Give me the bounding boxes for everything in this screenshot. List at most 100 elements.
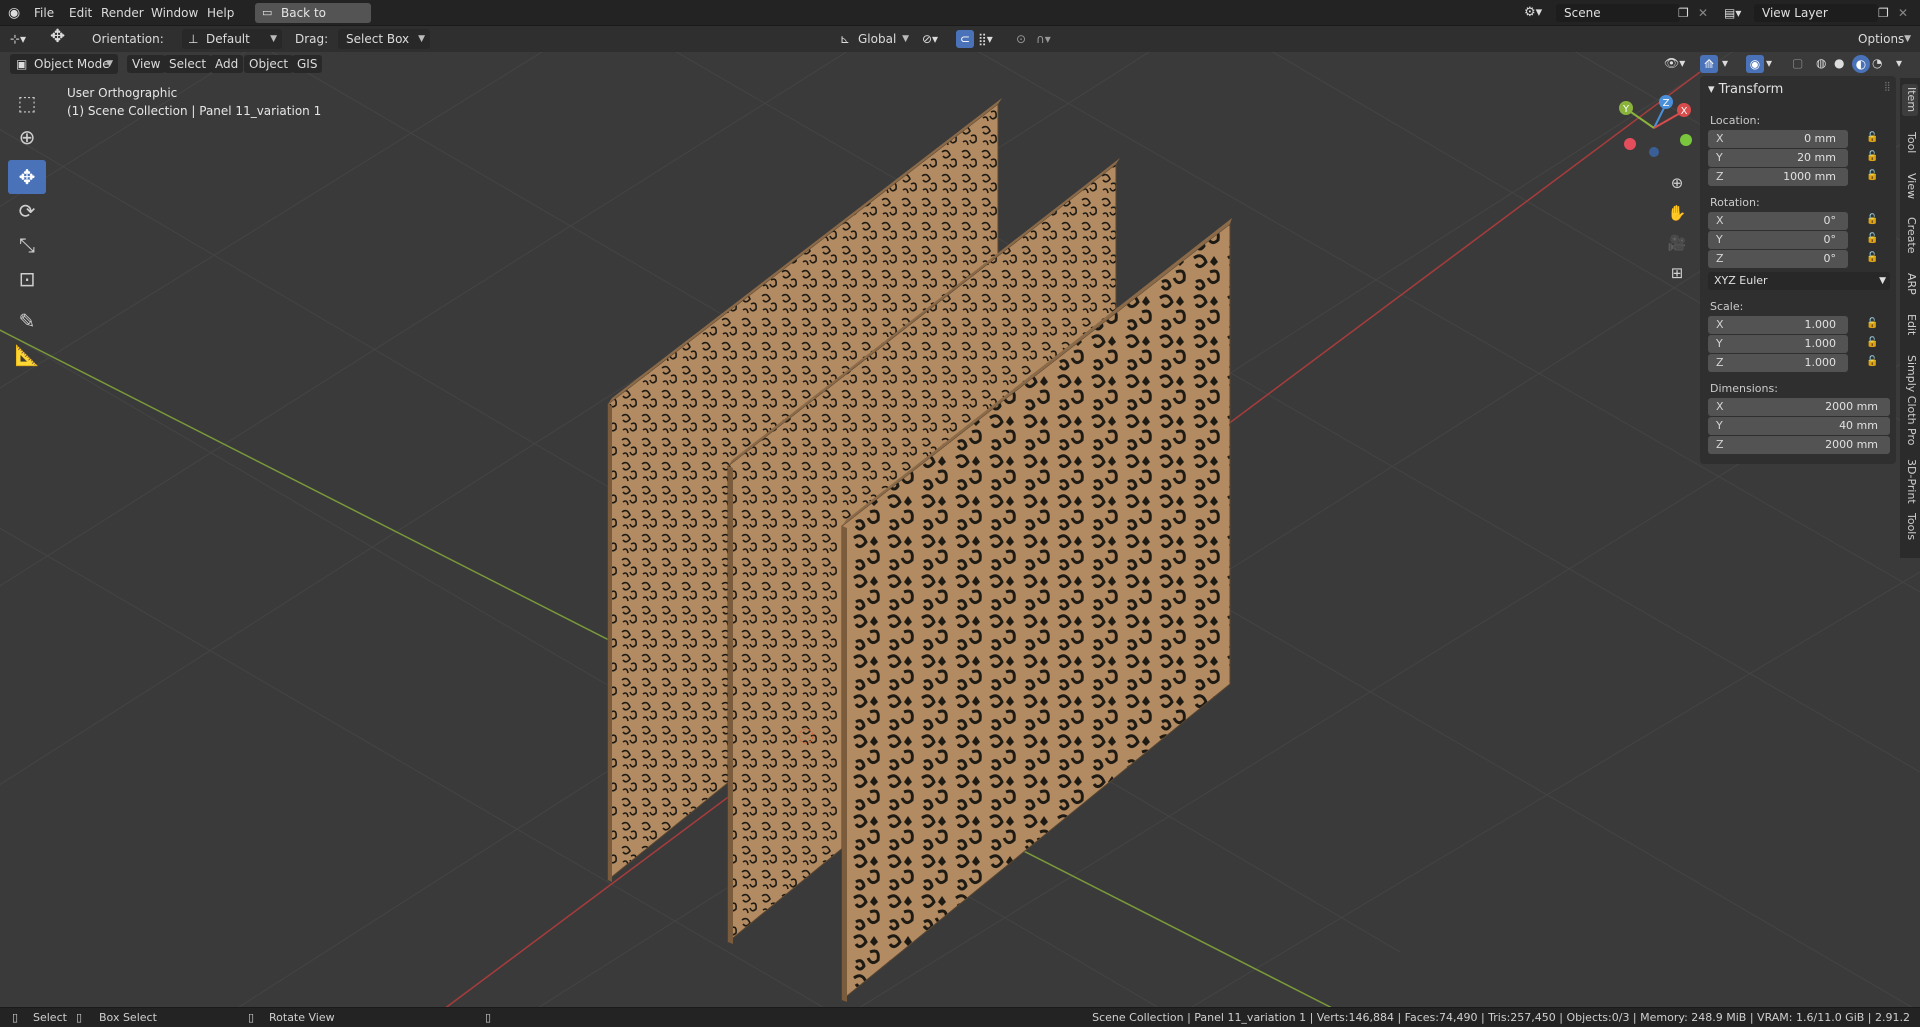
scale-y-value: 1.000 xyxy=(1804,337,1837,350)
3d-viewport[interactable]: ▣ Object Mode ▼ View Select Add Object GI… xyxy=(0,52,1920,1012)
solid-shading-icon[interactable]: ● xyxy=(1834,54,1844,72)
delete-view-layer-icon[interactable]: ✕ xyxy=(1898,4,1908,22)
transform-orientation-value: Global xyxy=(858,32,897,46)
viewport-menu-select[interactable]: Select xyxy=(164,55,212,73)
rotation-mode-dropdown[interactable]: XYZ Euler ▼ xyxy=(1708,272,1890,290)
move-tool-button-icon[interactable]: ✥ xyxy=(8,160,46,194)
location-y-field[interactable]: Y 20 mm xyxy=(1708,149,1848,167)
view-layer-selector-icon[interactable]: ▤▾ xyxy=(1724,4,1741,22)
snap-toggle-icon[interactable]: ⊂ xyxy=(956,30,974,48)
scene-selector-icon[interactable]: ⚙▾ xyxy=(1524,4,1542,22)
viewport-menu-view[interactable]: View xyxy=(127,55,166,73)
measure-tool-icon[interactable]: 📐 xyxy=(8,338,46,372)
tab-item[interactable]: Item xyxy=(1902,84,1918,116)
dimensions-x-field[interactable]: X 2000 mm xyxy=(1708,398,1890,416)
scene-name-field[interactable]: Scene xyxy=(1556,4,1680,22)
options-dropdown[interactable]: Options ▼ xyxy=(1850,29,1916,49)
viewport-menu-add[interactable]: Add xyxy=(210,55,244,73)
lock-scale-z-icon[interactable]: 🔓 xyxy=(1866,356,1878,367)
lock-scale-x-icon[interactable]: 🔓 xyxy=(1866,318,1878,329)
status-select: Select xyxy=(33,1011,67,1024)
gizmo-neg-x-handle[interactable] xyxy=(1624,138,1636,150)
viewport-menu-object[interactable]: Object xyxy=(244,55,294,73)
editor-type-icon[interactable]: ⊹▾ xyxy=(10,30,26,48)
material-shading-icon[interactable]: ◐ xyxy=(1852,55,1870,73)
rendered-shading-icon[interactable]: ◔ xyxy=(1872,54,1882,72)
snap-target-icon[interactable]: ⣿▾ xyxy=(978,30,993,48)
proportional-edit-icon[interactable]: ⊙ xyxy=(1016,30,1026,48)
rotate-tool-icon[interactable]: ⟳ xyxy=(8,194,46,228)
navigation-gizmo[interactable]: Z X Y xyxy=(1614,88,1694,168)
lock-location-y-icon[interactable]: 🔓 xyxy=(1866,151,1878,162)
tab-create[interactable]: Create xyxy=(1902,212,1918,258)
gizmo-dropdown-icon[interactable]: ▾ xyxy=(1722,54,1728,72)
gizmo-neg-y-handle[interactable] xyxy=(1680,134,1692,146)
lock-rotation-y-icon[interactable]: 🔓 xyxy=(1866,233,1878,244)
new-scene-icon[interactable]: ❐ xyxy=(1678,4,1689,22)
tab-arp[interactable]: ARP xyxy=(1902,268,1918,300)
menu-edit[interactable]: Edit xyxy=(69,4,92,22)
back-to-previous-button[interactable]: ▭ Back to Previous xyxy=(255,3,371,40)
gizmo-toggle-icon[interactable]: ⟰ xyxy=(1700,55,1718,73)
gizmo-neg-z-handle[interactable] xyxy=(1649,147,1659,157)
rotation-x-field[interactable]: X 0° xyxy=(1708,212,1848,230)
view-layer-name-field[interactable]: View Layer xyxy=(1754,4,1878,22)
pivot-point-icon[interactable]: ⊘▾ xyxy=(922,30,938,48)
scale-y-field[interactable]: Y 1.000 xyxy=(1708,335,1848,353)
rotation-z-field[interactable]: Z 0° xyxy=(1708,250,1848,268)
tab-view[interactable]: View xyxy=(1902,170,1918,202)
cursor-tool-icon[interactable]: ⊕ xyxy=(8,120,46,154)
tab-3d-print[interactable]: 3D-Print xyxy=(1902,450,1918,512)
transform-orientation-dropdown[interactable]: ⊾ Global ▼ xyxy=(834,29,914,49)
select-box-tool-icon[interactable]: ⬚ xyxy=(8,86,46,120)
tab-tool[interactable]: Tool xyxy=(1902,128,1918,158)
tab-edit[interactable]: Edit xyxy=(1902,310,1918,340)
zoom-icon[interactable]: ⊕ xyxy=(1664,170,1690,196)
camera-view-icon[interactable]: 🎥 xyxy=(1664,230,1690,256)
scale-z-field[interactable]: Z 1.000 xyxy=(1708,354,1848,372)
drag-handle-icon[interactable]: ⣿ xyxy=(1884,82,1891,92)
menu-window[interactable]: Window xyxy=(151,4,198,22)
delete-scene-icon[interactable]: ✕ xyxy=(1698,4,1708,22)
falloff-icon[interactable]: ∩▾ xyxy=(1036,30,1051,48)
viewport-menu-gis[interactable]: GIS xyxy=(292,55,323,73)
scale-tool-icon[interactable]: ⤡ xyxy=(8,228,46,262)
rotation-x-value: 0° xyxy=(1823,214,1837,227)
dimensions-y-field[interactable]: Y 40 mm xyxy=(1708,417,1890,435)
lock-location-z-icon[interactable]: 🔓 xyxy=(1866,170,1878,181)
rotation-y-field[interactable]: Y 0° xyxy=(1708,231,1848,249)
tab-simply-cloth-pro[interactable]: Simply Cloth Pro xyxy=(1902,350,1918,450)
menu-help[interactable]: Help xyxy=(207,4,234,22)
tab-tools[interactable]: Tools xyxy=(1902,508,1918,546)
mode-dropdown[interactable]: ▣ Object Mode ▼ xyxy=(10,54,118,74)
location-x-field[interactable]: X 0 mm xyxy=(1708,130,1848,148)
dimensions-z-field[interactable]: Z 2000 mm xyxy=(1708,436,1890,454)
shading-dropdown-icon[interactable]: ▾ xyxy=(1896,54,1902,72)
chevron-down-icon: ▼ xyxy=(1879,276,1886,286)
pan-hand-icon[interactable]: ✋ xyxy=(1664,200,1690,226)
overlay-toggle-icon[interactable]: ◉ xyxy=(1746,55,1764,73)
overlay-dropdown-icon[interactable]: ▾ xyxy=(1766,54,1772,72)
location-z-field[interactable]: Z 1000 mm xyxy=(1708,168,1848,186)
lock-scale-y-icon[interactable]: 🔓 xyxy=(1866,337,1878,348)
menu-file[interactable]: File xyxy=(34,4,54,22)
transform-panel-header[interactable]: ▾ Transform xyxy=(1708,82,1783,97)
visibility-eye-icon[interactable]: 👁▾ xyxy=(1664,54,1685,72)
lock-rotation-x-icon[interactable]: 🔓 xyxy=(1866,214,1878,225)
location-x-value: 0 mm xyxy=(1804,132,1836,145)
xray-icon[interactable]: ▢ xyxy=(1792,54,1803,72)
new-view-layer-icon[interactable]: ❐ xyxy=(1878,4,1889,22)
mouse-middle-icon: ▯ xyxy=(248,1011,255,1024)
orientation-dropdown[interactable]: ⊥ Default ▼ xyxy=(182,29,282,49)
annotate-tool-icon[interactable]: ✎ xyxy=(8,304,46,338)
blender-logo-icon[interactable]: ◉ xyxy=(8,4,20,22)
lock-rotation-z-icon[interactable]: 🔓 xyxy=(1866,252,1878,263)
ortho-grid-icon[interactable]: ⊞ xyxy=(1664,260,1690,286)
transform-tool-icon[interactable]: ⊡ xyxy=(8,262,46,296)
menu-render[interactable]: Render xyxy=(101,4,144,22)
wireframe-shading-icon[interactable]: ◍ xyxy=(1816,54,1826,72)
lock-location-x-icon[interactable]: 🔓 xyxy=(1866,132,1878,143)
axis-z-label: Z xyxy=(1716,252,1724,265)
drag-dropdown[interactable]: Select Box ▼ xyxy=(338,29,430,49)
scale-x-field[interactable]: X 1.000 xyxy=(1708,316,1848,334)
